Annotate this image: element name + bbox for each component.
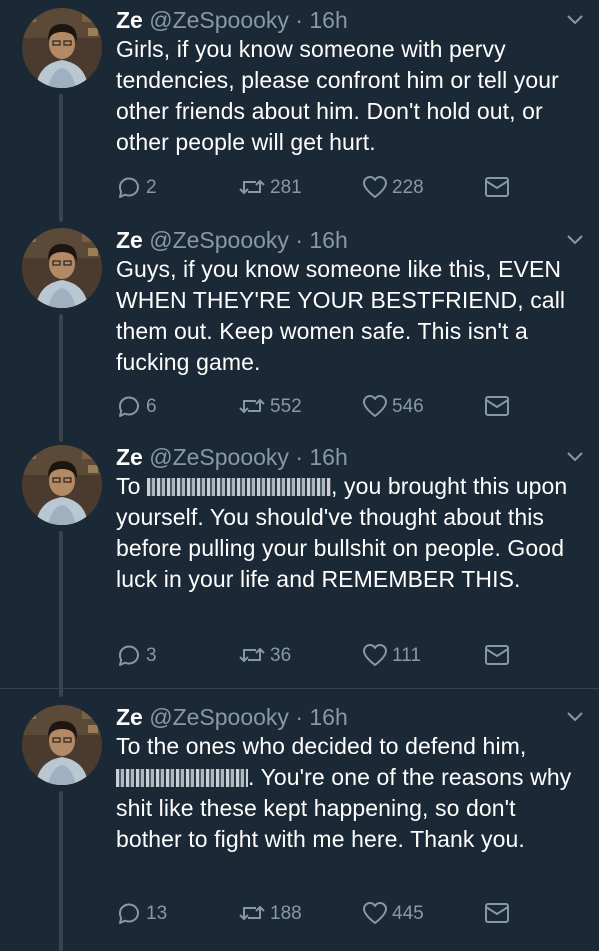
- retweet-count: 36: [270, 645, 292, 666]
- avatar[interactable]: [22, 445, 102, 525]
- display-name[interactable]: Ze: [116, 444, 143, 470]
- reply-button[interactable]: 6: [116, 394, 157, 420]
- dm-button[interactable]: [484, 643, 514, 669]
- retweet-count: 188: [270, 903, 302, 924]
- timestamp[interactable]: 16h: [309, 227, 347, 253]
- user-handle[interactable]: @ZeSpoooky: [149, 227, 289, 253]
- retweet-button[interactable]: 281: [238, 175, 302, 201]
- dm-button[interactable]: [484, 175, 514, 201]
- retweet-icon: [239, 648, 265, 662]
- tweet[interactable]: Ze @ZeSpoooky · 16h Guys, if you know so…: [0, 220, 599, 442]
- timestamp[interactable]: 16h: [309, 444, 347, 470]
- chevron-down-icon[interactable]: [566, 14, 584, 26]
- like-count: 228: [392, 177, 424, 198]
- separator-dot: ·: [295, 704, 303, 730]
- tweet-text: To , you brought this upon yourself. You…: [116, 471, 586, 595]
- retweet-button[interactable]: 552: [238, 394, 302, 420]
- tweet-header: Ze @ZeSpoooky · 16h: [116, 6, 348, 34]
- display-name[interactable]: Ze: [116, 227, 143, 253]
- tweet[interactable]: Ze @ZeSpoooky · 16h To , you brought thi…: [0, 437, 599, 697]
- tweet-text-part: To: [116, 473, 147, 499]
- retweet-button[interactable]: 36: [238, 643, 291, 669]
- reply-button[interactable]: 3: [116, 643, 157, 669]
- tweet-text-part: To the ones who decided to defend him,: [116, 733, 527, 759]
- like-icon: [363, 644, 387, 666]
- reply-count: 2: [146, 177, 157, 198]
- tweet-actions: 3 36 111: [116, 643, 516, 671]
- redacted-mention: [146, 478, 331, 496]
- tweet-text: Guys, if you know someone like this, EVE…: [116, 256, 566, 375]
- tweet[interactable]: Ze @ZeSpoooky · 16h Girls, if you know s…: [0, 0, 599, 222]
- reply-icon: [118, 396, 139, 417]
- tweet-text: Girls, if you know someone with pervy te…: [116, 36, 559, 155]
- user-handle[interactable]: @ZeSpoooky: [149, 704, 289, 730]
- like-count: 445: [392, 903, 424, 924]
- dm-button[interactable]: [484, 901, 514, 927]
- dm-icon: [485, 645, 509, 665]
- like-count: 111: [392, 645, 421, 666]
- separator-dot: ·: [295, 7, 303, 33]
- like-button[interactable]: 546: [362, 394, 424, 420]
- avatar[interactable]: [22, 705, 102, 785]
- tweet-header: Ze @ZeSpoooky · 16h: [116, 703, 348, 731]
- tweet-actions: 2 281 228: [116, 175, 516, 203]
- separator-dot: ·: [295, 227, 303, 253]
- retweet-icon: [239, 180, 265, 194]
- tweet-header: Ze @ZeSpoooky · 16h: [116, 226, 348, 254]
- avatar[interactable]: [22, 8, 102, 88]
- dm-icon: [485, 903, 509, 923]
- tweet-header: Ze @ZeSpoooky · 16h: [116, 443, 348, 471]
- reply-icon: [118, 903, 139, 924]
- thread-line: [59, 314, 63, 442]
- chevron-down-icon[interactable]: [566, 234, 584, 246]
- redacted-mention: [116, 769, 248, 787]
- like-icon: [363, 395, 387, 417]
- reply-button[interactable]: 13: [116, 901, 167, 927]
- separator-dot: ·: [295, 444, 303, 470]
- tweet-actions: 6 552 546: [116, 394, 516, 422]
- reply-icon: [118, 177, 139, 198]
- retweet-icon: [239, 399, 265, 413]
- like-button[interactable]: 445: [362, 901, 424, 927]
- like-button[interactable]: 228: [362, 175, 424, 201]
- display-name[interactable]: Ze: [116, 7, 143, 33]
- thread-line: [59, 531, 63, 697]
- reply-count: 3: [146, 645, 157, 666]
- dm-icon: [485, 177, 509, 197]
- chevron-down-icon[interactable]: [566, 711, 584, 723]
- chevron-down-icon[interactable]: [566, 451, 584, 463]
- tweet[interactable]: Ze @ZeSpoooky · 16h To the ones who deci…: [0, 697, 599, 951]
- tweet-text: To the ones who decided to defend him, .…: [116, 731, 586, 855]
- retweet-button[interactable]: 188: [238, 901, 302, 927]
- retweet-count: 281: [270, 177, 302, 198]
- display-name[interactable]: Ze: [116, 704, 143, 730]
- like-icon: [363, 176, 387, 198]
- user-handle[interactable]: @ZeSpoooky: [149, 444, 289, 470]
- avatar[interactable]: [22, 228, 102, 308]
- tweet-actions: 13 188 445: [116, 901, 516, 929]
- timestamp[interactable]: 16h: [309, 704, 347, 730]
- reply-count: 13: [146, 903, 168, 924]
- reply-button[interactable]: 2: [116, 175, 157, 201]
- like-icon: [363, 902, 387, 924]
- retweet-count: 552: [270, 396, 302, 417]
- like-button[interactable]: 111: [362, 643, 421, 669]
- retweet-icon: [239, 906, 265, 920]
- dm-button[interactable]: [484, 394, 514, 420]
- reply-icon: [118, 645, 139, 666]
- reply-count: 6: [146, 396, 157, 417]
- timestamp[interactable]: 16h: [309, 7, 347, 33]
- thread-line: [59, 791, 63, 951]
- user-handle[interactable]: @ZeSpoooky: [149, 7, 289, 33]
- dm-icon: [485, 396, 509, 416]
- tweet-divider: [0, 688, 599, 689]
- thread-line: [59, 94, 63, 222]
- like-count: 546: [392, 396, 424, 417]
